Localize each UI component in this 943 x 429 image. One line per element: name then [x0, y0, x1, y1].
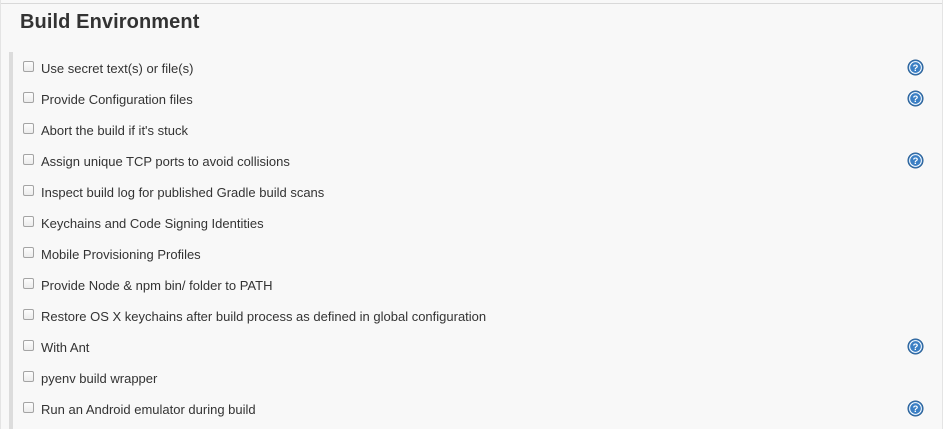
android-emulator-checkbox[interactable] [23, 402, 34, 413]
option-row: Abort the build if it's stuck [13, 114, 936, 145]
node-npm-path-label[interactable]: Provide Node & npm bin/ folder to PATH [41, 278, 272, 293]
option-row: Mobile Provisioning Profiles [13, 238, 936, 269]
option-row: Provide Configuration files ? [13, 83, 936, 114]
keychains-code-signing-label[interactable]: Keychains and Code Signing Identities [41, 216, 264, 231]
option-row: Restore OS X keychains after build proce… [13, 300, 936, 331]
option-row: Keychains and Code Signing Identities [13, 207, 936, 238]
help-icon[interactable]: ? [907, 59, 924, 76]
svg-text:?: ? [913, 404, 919, 415]
with-ant-checkbox[interactable] [23, 340, 34, 351]
abort-build-stuck-label[interactable]: Abort the build if it's stuck [41, 123, 188, 138]
build-environment-section: Build Environment Use secret text(s) or … [0, 0, 943, 429]
restore-keychains-label[interactable]: Restore OS X keychains after build proce… [41, 309, 486, 324]
restore-keychains-checkbox[interactable] [23, 309, 34, 320]
svg-text:?: ? [913, 63, 919, 74]
help-icon[interactable]: ? [907, 400, 924, 417]
mobile-provisioning-checkbox[interactable] [23, 247, 34, 258]
option-row: Use secret text(s) or file(s) ? [13, 52, 936, 83]
option-row: pyenv build wrapper [13, 362, 936, 393]
with-ant-label[interactable]: With Ant [41, 340, 89, 355]
option-row: Assign unique TCP ports to avoid collisi… [13, 145, 936, 176]
svg-text:?: ? [913, 94, 919, 105]
section-title: Build Environment [20, 11, 200, 33]
pyenv-wrapper-checkbox[interactable] [23, 371, 34, 382]
use-secret-label[interactable]: Use secret text(s) or file(s) [41, 61, 193, 76]
option-row: Inspect build log for published Gradle b… [13, 176, 936, 207]
help-icon[interactable]: ? [907, 338, 924, 355]
gradle-build-scans-checkbox[interactable] [23, 185, 34, 196]
svg-text:?: ? [913, 342, 919, 353]
provide-configuration-files-label[interactable]: Provide Configuration files [41, 92, 193, 107]
option-row: With Ant ? [13, 331, 936, 362]
pyenv-wrapper-label[interactable]: pyenv build wrapper [41, 371, 157, 386]
option-row: Run an Android emulator during build ? [13, 393, 936, 424]
option-row: Provide Node & npm bin/ folder to PATH [13, 269, 936, 300]
help-icon[interactable]: ? [907, 152, 924, 169]
node-npm-path-checkbox[interactable] [23, 278, 34, 289]
gradle-build-scans-label[interactable]: Inspect build log for published Gradle b… [41, 185, 324, 200]
use-secret-checkbox[interactable] [23, 61, 34, 72]
android-emulator-label[interactable]: Run an Android emulator during build [41, 402, 256, 417]
abort-build-stuck-checkbox[interactable] [23, 123, 34, 134]
assign-tcp-ports-label[interactable]: Assign unique TCP ports to avoid collisi… [41, 154, 290, 169]
help-icon[interactable]: ? [907, 90, 924, 107]
provide-configuration-files-checkbox[interactable] [23, 92, 34, 103]
assign-tcp-ports-checkbox[interactable] [23, 154, 34, 165]
keychains-code-signing-checkbox[interactable] [23, 216, 34, 227]
mobile-provisioning-label[interactable]: Mobile Provisioning Profiles [41, 247, 201, 262]
build-environment-options: Use secret text(s) or file(s) ? Provide … [9, 52, 936, 429]
section-divider [1, 3, 942, 4]
svg-text:?: ? [913, 156, 919, 167]
